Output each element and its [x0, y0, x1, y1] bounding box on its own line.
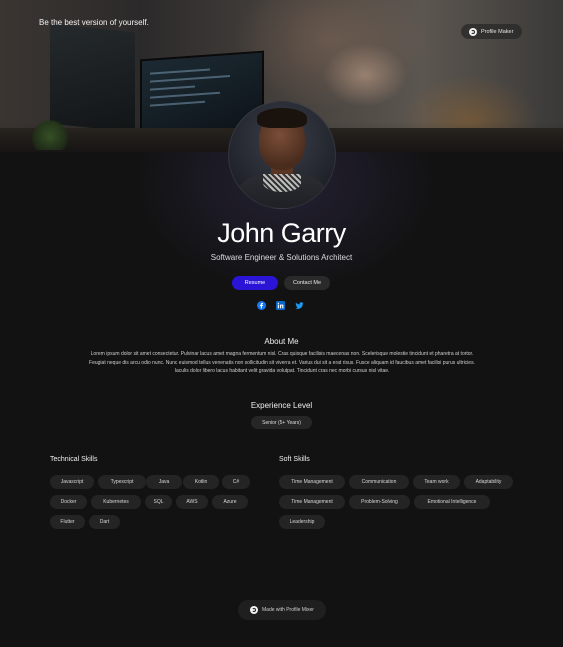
soft-skill-chip: Time Management	[279, 475, 345, 489]
soft-skill-chip: Time Management	[279, 495, 345, 509]
avatar	[228, 101, 336, 209]
experience-badge: Senior (5+ Years)	[251, 416, 312, 429]
soft-skill-chip: Communication	[349, 475, 409, 489]
skill-chip: SQL	[145, 495, 172, 509]
skill-chip: Java	[146, 475, 182, 489]
skill-chip: Docker	[50, 495, 87, 509]
soft-skill-chip: Emotional Intelligence	[414, 495, 490, 509]
footer-label: Made with Profile Mixer	[262, 607, 314, 613]
soft-skill-chip: Leadership	[279, 515, 325, 529]
soft-skill-chip: Problem-Solving	[349, 495, 410, 509]
soft-skills-title: Soft Skills	[279, 456, 310, 463]
made-with-badge[interactable]: Made with Profile Mixer	[238, 600, 326, 620]
about-title: About Me	[264, 337, 299, 346]
logo-icon	[250, 606, 259, 614]
resume-button[interactable]: Resume	[232, 276, 278, 290]
skill-chip: Kubernetes	[91, 495, 141, 509]
contact-me-button[interactable]: Contact Me	[284, 276, 330, 290]
background-monitor	[50, 23, 135, 133]
skill-chip: Flutter	[50, 515, 85, 529]
soft-skill-chip: Adaptability	[464, 475, 513, 489]
skill-chip: Azure	[212, 495, 248, 509]
linkedin-icon[interactable]	[276, 301, 285, 310]
about-text: Lorem ipsum dolor sit amet consectetur. …	[89, 351, 475, 374]
experience-title: Experience Level	[250, 401, 313, 410]
profile-maker-badge[interactable]: Profile Maker	[461, 24, 523, 39]
skill-chip: Typescript	[98, 475, 146, 489]
skill-chip: Dart	[89, 515, 120, 529]
logo-icon	[469, 27, 477, 36]
brand-label: Profile Maker	[481, 28, 514, 35]
facebook-icon[interactable]	[257, 301, 266, 310]
skill-chip: Kotlin	[183, 475, 219, 489]
skill-chip: AWS	[176, 495, 208, 509]
soft-skill-chip: Team work	[413, 475, 460, 489]
twitter-icon[interactable]	[295, 301, 304, 310]
social-links	[257, 301, 304, 310]
profile-role: Software Engineer & Solutions Architect	[210, 253, 353, 262]
skill-chip: Javascript	[50, 475, 94, 489]
skill-chip: C#	[222, 475, 250, 489]
profile-name: John Garry	[217, 218, 346, 248]
technical-skills-title: Technical Skills	[50, 456, 98, 463]
hero-tagline: Be the best version of yourself.	[39, 18, 149, 27]
